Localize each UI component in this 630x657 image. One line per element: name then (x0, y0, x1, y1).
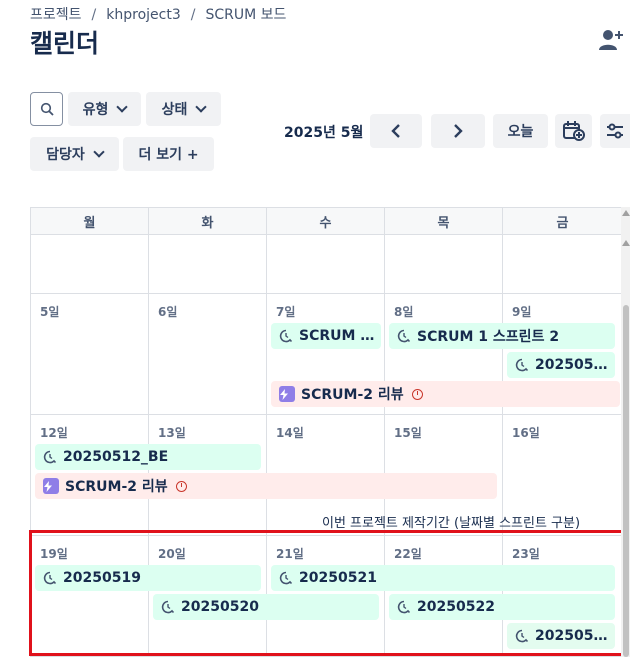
day-number: 12일 (40, 426, 68, 440)
settings-sliders-icon (607, 123, 623, 139)
weekday-mon: 월 (31, 207, 149, 235)
breadcrumb-separator: / (91, 7, 97, 23)
weekday-wed: 수 (267, 207, 385, 235)
day-cell[interactable] (31, 235, 149, 294)
task-bolt-icon (279, 386, 295, 402)
event-title: SCRUM-2 리뷰 (301, 387, 404, 403)
weekday-thu: 목 (385, 207, 503, 235)
clock-icon (411, 388, 423, 400)
event-title: SCRUM 1... (299, 328, 381, 344)
calendar-event[interactable]: SCRUM-2 리뷰 (35, 473, 497, 499)
chevron-down-icon (116, 101, 129, 113)
chevron-down-icon (93, 146, 105, 158)
view-settings-button[interactable] (600, 114, 630, 148)
sprint-icon (397, 329, 411, 343)
chevron-down-icon (195, 101, 208, 113)
calendar-add-icon (562, 121, 585, 141)
previous-month-button[interactable] (370, 114, 422, 148)
calendar-event[interactable]: SCRUM 1 스프린트 2 (389, 323, 615, 349)
calendar-event[interactable]: SCRUM-2 리뷰 (271, 381, 620, 407)
filter-status-button[interactable]: 상태 (146, 92, 221, 126)
filter-type-label: 유형 (82, 102, 109, 118)
calendar-event[interactable]: 2025050... (507, 352, 615, 378)
add-date-button[interactable] (555, 114, 592, 148)
more-filters-button[interactable]: 더 보기 + (123, 137, 214, 171)
day-number: 7일 (276, 305, 296, 319)
day-cell[interactable] (267, 235, 385, 294)
chevron-left-icon (391, 124, 400, 138)
calendar-event[interactable]: SCRUM 1... (271, 323, 381, 349)
task-bolt-icon (43, 478, 59, 494)
add-people-icon[interactable] (598, 28, 624, 52)
filter-assignee-label: 담당자 (46, 147, 85, 163)
day-number: 6일 (158, 305, 178, 319)
chevron-right-icon (454, 124, 463, 138)
day-number: 15일 (394, 426, 422, 440)
day-cell[interactable] (503, 235, 623, 294)
today-button[interactable]: 오늘 (493, 114, 548, 148)
day-cell[interactable]: 6일 (149, 294, 267, 415)
month-label: 2025년 5월 (284, 125, 364, 141)
day-number: 5일 (40, 305, 60, 319)
scrollbar-thumb[interactable] (623, 305, 629, 657)
calendar-event[interactable]: 20250512_BE (35, 444, 261, 470)
sprint-icon (43, 450, 57, 464)
day-cell[interactable] (385, 235, 503, 294)
sprint-icon (515, 358, 529, 372)
breadcrumb-board[interactable]: SCRUM 보드 (205, 7, 286, 23)
weekday-fri: 금 (503, 207, 623, 235)
day-number: 9일 (512, 305, 532, 319)
filter-assignee-button[interactable]: 담당자 (30, 137, 119, 171)
day-number: 16일 (512, 426, 540, 440)
annotation-note: 이번 프로젝트 제작기간 (날짜별 스프린트 구분) (322, 516, 581, 531)
search-icon (40, 102, 54, 116)
event-title: 2025050... (535, 357, 615, 373)
breadcrumb: 프로젝트 / khproject3 / SCRUM 보드 (30, 4, 286, 24)
event-title: SCRUM-2 리뷰 (65, 479, 168, 495)
breadcrumb-separator: / (190, 7, 196, 23)
day-number: 13일 (158, 426, 186, 440)
highlight-box (29, 530, 626, 656)
breadcrumb-projects[interactable]: 프로젝트 (30, 7, 82, 23)
scroll-up-arrow-icon[interactable] (622, 240, 630, 246)
next-month-button[interactable] (431, 114, 485, 148)
clock-icon (175, 480, 187, 492)
day-number: 8일 (394, 305, 414, 319)
weekday-tue: 화 (149, 207, 267, 235)
search-button[interactable] (30, 92, 63, 126)
sprint-icon (279, 329, 293, 343)
filter-status-label: 상태 (161, 102, 188, 118)
day-cell[interactable] (149, 235, 267, 294)
breadcrumb-project[interactable]: khproject3 (106, 7, 180, 23)
day-number: 14일 (276, 426, 304, 440)
scroll-up-arrow-icon[interactable] (622, 210, 630, 216)
page-title: 캘린더 (30, 29, 100, 58)
event-title: 20250512_BE (63, 449, 169, 465)
filter-type-button[interactable]: 유형 (68, 92, 141, 126)
event-title: SCRUM 1 스프린트 2 (417, 329, 560, 345)
day-cell[interactable]: 5일 (31, 294, 149, 415)
